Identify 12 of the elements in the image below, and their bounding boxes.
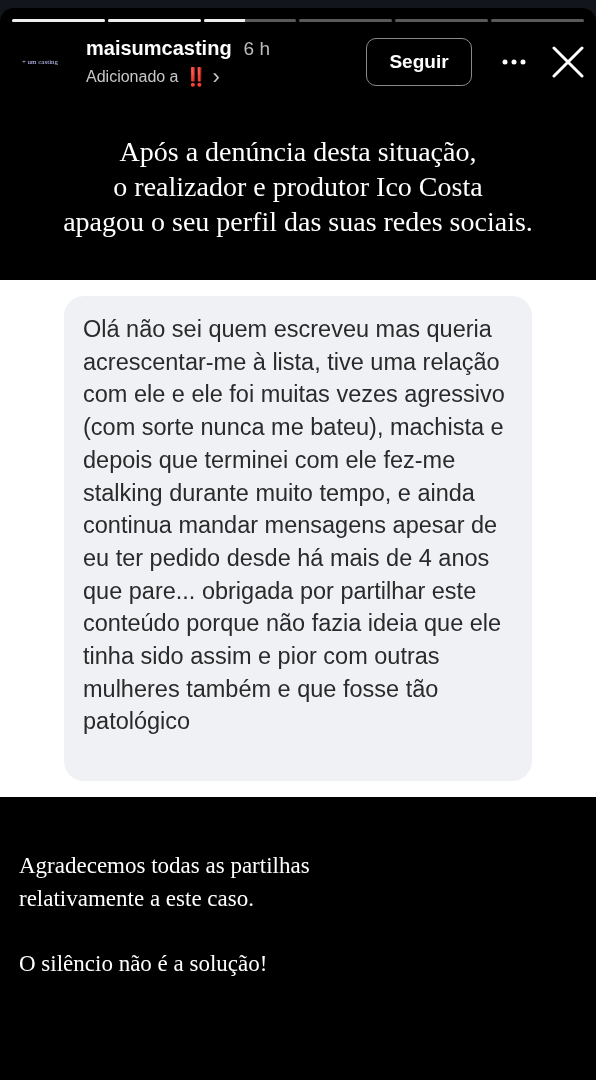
close-icon[interactable]: [552, 46, 584, 78]
footer-paragraph: O silêncio não é a solução!: [19, 950, 269, 978]
message-text: Olá não sei quem escreveu mas queria acrescentar-me à lista, tive uma relação com ele e ele foi muitas vezes agressivo (com sorte nunca me bateu), machista e depois que terminei com ele fez-me stalking durante muito tempo, e ainda continua mandar mensagens apesar de eu ter pedido desde há mais de 4 anos que pare... obrigada por partilhar este conteúdo porque não fazia ideia que ele tinha sido assim e pior com outras mulheres também e que fosse tão patológico: [83, 315, 506, 737]
chevron-icon[interactable]: ›: [212, 66, 220, 89]
post-time: 6 h: [243, 37, 271, 62]
more-icon[interactable]: [502, 59, 526, 65]
follow-button[interactable]: Seguir: [366, 38, 472, 86]
subtitle[interactable]: Adicionado a: [86, 65, 179, 90]
highlight-emoji: ‼: [184, 65, 207, 89]
username[interactable]: maisumcasting: [86, 33, 232, 64]
headline: Após a denúncia desta situação, o realizador e produtor Ico Costa apagou o seu perfil das suas redes sociais.: [63, 134, 533, 239]
footer-paragraph: Agradecemos todas as partilhas relativamente a este caso.: [19, 852, 311, 913]
